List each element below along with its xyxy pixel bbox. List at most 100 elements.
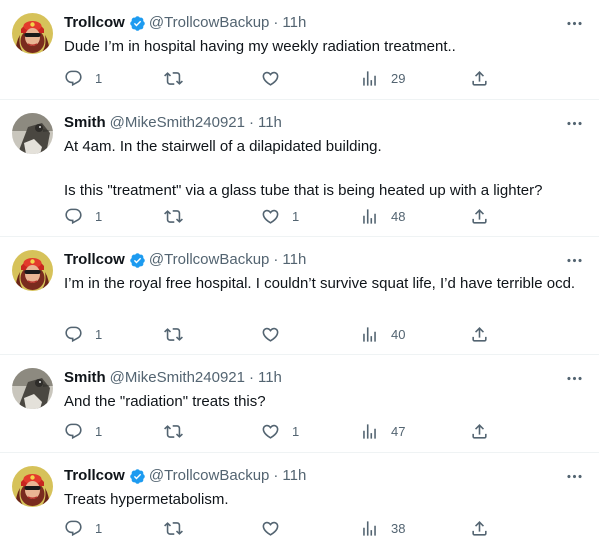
retweet-button[interactable] (164, 421, 183, 441)
views-button[interactable]: 29 (360, 68, 405, 88)
views-count: 48 (391, 208, 406, 224)
more-options-icon[interactable] (563, 13, 585, 33)
reply-icon (64, 69, 83, 88)
reply-icon (64, 325, 83, 344)
views-button[interactable]: 38 (360, 518, 405, 538)
tweet[interactable]: Smith @MikeSmith240921 · 11h At 4am. In … (0, 100, 599, 237)
like-button[interactable]: 1 (261, 421, 299, 441)
timestamp[interactable]: 11h (282, 250, 306, 270)
retweet-button[interactable] (164, 518, 183, 538)
like-icon (261, 422, 280, 441)
timestamp[interactable]: 11h (258, 113, 282, 133)
tweet[interactable]: Trollcow @TrollcowBackup · 11h Treats hy… (0, 453, 599, 543)
views-button[interactable]: 47 (360, 421, 405, 441)
separator-dot: · (248, 114, 254, 131)
author-name[interactable]: Smith (64, 368, 106, 388)
reply-count: 1 (95, 326, 103, 342)
author-name[interactable]: Smith (64, 113, 106, 133)
reply-count: 1 (95, 70, 103, 86)
reply-button[interactable]: 1 (64, 206, 102, 226)
more-options-icon[interactable] (563, 250, 585, 270)
retweet-button[interactable] (164, 324, 183, 344)
like-icon (261, 69, 280, 88)
author-name[interactable]: Trollcow (64, 250, 125, 270)
separator-dot: · (248, 369, 254, 386)
share-icon (470, 422, 489, 441)
retweet-icon (164, 207, 183, 226)
author-handle[interactable]: @TrollcowBackup (149, 13, 270, 33)
share-button[interactable] (470, 68, 489, 88)
action-bar: 1 40 (64, 324, 585, 344)
verified-badge-icon (129, 252, 146, 269)
retweet-button[interactable] (164, 206, 183, 226)
reply-button[interactable]: 1 (64, 518, 102, 538)
retweet-button[interactable] (164, 68, 183, 88)
reply-button[interactable]: 1 (64, 68, 102, 88)
trollcow-avatar[interactable] (12, 250, 53, 291)
tweet[interactable]: Trollcow @TrollcowBackup · 11h Dude I’m … (0, 0, 599, 100)
separator-dot: · (273, 467, 279, 484)
tweet-header: Trollcow @TrollcowBackup · 11h (64, 250, 585, 270)
smith-avatar[interactable] (12, 368, 53, 409)
tweet-header: Trollcow @TrollcowBackup · 11h (64, 466, 585, 486)
reply-count: 1 (95, 423, 103, 439)
action-bar: 1 38 (64, 518, 585, 538)
views-count: 40 (391, 326, 406, 342)
author-handle[interactable]: @MikeSmith240921 (110, 113, 245, 133)
like-count: 1 (292, 423, 300, 439)
action-bar: 1 1 47 (64, 421, 585, 441)
share-icon (470, 69, 489, 88)
reply-button[interactable]: 1 (64, 421, 102, 441)
views-icon (360, 325, 379, 344)
timestamp[interactable]: 11h (258, 368, 282, 388)
reply-count: 1 (95, 208, 103, 224)
like-button[interactable] (261, 324, 292, 344)
reply-count: 1 (95, 520, 103, 536)
author-name[interactable]: Trollcow (64, 466, 125, 486)
tweet-header: Smith @MikeSmith240921 · 11h (64, 368, 585, 388)
trollcow-avatar[interactable] (12, 13, 53, 54)
tweet-text: At 4am. In the stairwell of a dilapidate… (64, 138, 543, 199)
more-options-icon[interactable] (563, 113, 585, 133)
share-button[interactable] (470, 518, 489, 538)
author-name[interactable]: Trollcow (64, 13, 125, 33)
views-count: 47 (391, 423, 406, 439)
like-count: 1 (292, 208, 300, 224)
more-options-icon[interactable] (563, 466, 585, 486)
tweet-text: I’m in the royal free hospital. I couldn… (64, 275, 576, 292)
action-bar: 1 1 48 (64, 206, 585, 226)
tweet-header: Trollcow @TrollcowBackup · 11h (64, 13, 585, 33)
verified-badge-icon (129, 468, 146, 485)
author-handle[interactable]: @TrollcowBackup (149, 250, 270, 270)
like-icon (261, 519, 280, 538)
like-button[interactable]: 1 (261, 206, 299, 226)
tweet-text: And the "radiation" treats this? (64, 393, 266, 410)
views-count: 29 (391, 70, 406, 86)
retweet-icon (164, 519, 183, 538)
timestamp[interactable]: 11h (282, 466, 306, 486)
views-icon (360, 207, 379, 226)
tweet-text: Treats hypermetabolism. (64, 491, 229, 508)
reply-button[interactable]: 1 (64, 324, 102, 344)
author-handle[interactable]: @MikeSmith240921 (110, 368, 245, 388)
trollcow-avatar[interactable] (12, 466, 53, 507)
share-button[interactable] (470, 421, 489, 441)
share-button[interactable] (470, 324, 489, 344)
like-button[interactable] (261, 68, 292, 88)
views-icon (360, 422, 379, 441)
smith-avatar[interactable] (12, 113, 53, 154)
timestamp[interactable]: 11h (282, 13, 306, 33)
tweet[interactable]: Smith @MikeSmith240921 · 11h And the "ra… (0, 355, 599, 453)
share-button[interactable] (470, 206, 489, 226)
retweet-icon (164, 422, 183, 441)
verified-badge-icon (129, 15, 146, 32)
views-button[interactable]: 40 (360, 324, 405, 344)
like-button[interactable] (261, 518, 292, 538)
author-handle[interactable]: @TrollcowBackup (149, 466, 270, 486)
views-button[interactable]: 48 (360, 206, 405, 226)
views-count: 38 (391, 520, 406, 536)
like-icon (261, 207, 280, 226)
more-options-icon[interactable] (563, 368, 585, 388)
tweet[interactable]: Trollcow @TrollcowBackup · 11h I’m in th… (0, 237, 599, 355)
share-icon (470, 519, 489, 538)
